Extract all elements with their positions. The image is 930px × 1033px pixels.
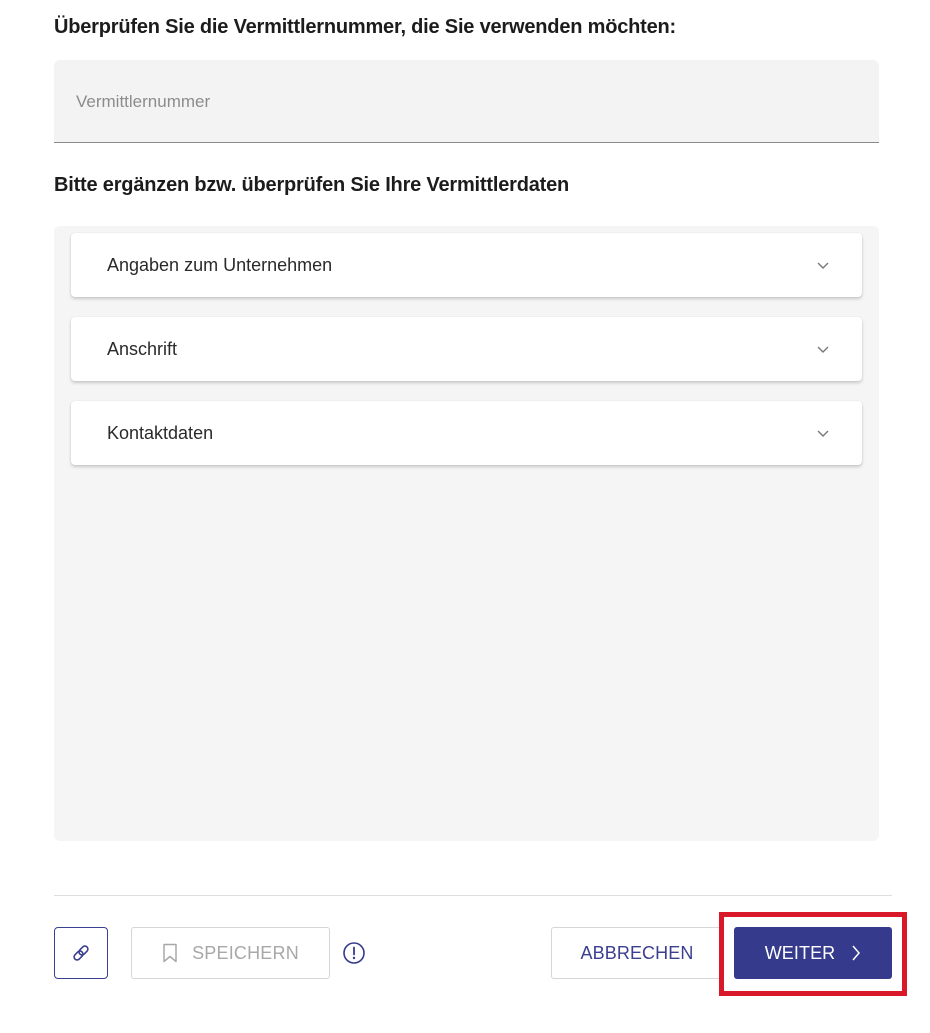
broker-details-page: Überprüfen Sie die Vermittlernummer, die…: [0, 0, 930, 1033]
cancel-button[interactable]: ABBRECHEN: [551, 927, 723, 979]
footer-divider: [54, 895, 892, 896]
link-icon: [73, 945, 89, 961]
chevron-down-icon: [817, 346, 829, 353]
accordion-item-label: Angaben zum Unternehmen: [107, 255, 333, 275]
broker-data-heading: Bitte ergänzen bzw. überprüfen Sie Ihre …: [54, 174, 570, 196]
chevron-down-icon: [817, 262, 829, 269]
chevron-down-icon: [817, 430, 829, 437]
accordion-contact-details[interactable]: Kontaktdaten: [71, 401, 862, 465]
accordion-item-label: Anschrift: [107, 339, 178, 359]
broker-data-accordion: Angaben zum Unternehmen Anschrift Kontak…: [54, 226, 879, 841]
accordion-address[interactable]: Anschrift: [71, 317, 862, 381]
broker-number-input[interactable]: [76, 90, 836, 114]
next-button[interactable]: WEITER: [734, 927, 892, 979]
link-button[interactable]: [54, 927, 108, 979]
info-icon[interactable]: [342, 941, 366, 965]
save-button-label: SPEICHERN: [192, 942, 299, 963]
accordion-item-label: Kontaktdaten: [107, 423, 214, 443]
bookmark-icon: [163, 943, 177, 963]
cancel-button-label: ABBRECHEN: [580, 942, 694, 963]
accordion-company-details[interactable]: Angaben zum Unternehmen: [71, 233, 862, 297]
broker-number-question: Überprüfen Sie die Vermittlernummer, die…: [54, 16, 677, 38]
broker-number-field[interactable]: [54, 60, 879, 143]
chevron-right-icon: [852, 945, 861, 961]
next-button-label: WEITER: [764, 942, 836, 963]
save-button[interactable]: SPEICHERN: [131, 927, 330, 979]
